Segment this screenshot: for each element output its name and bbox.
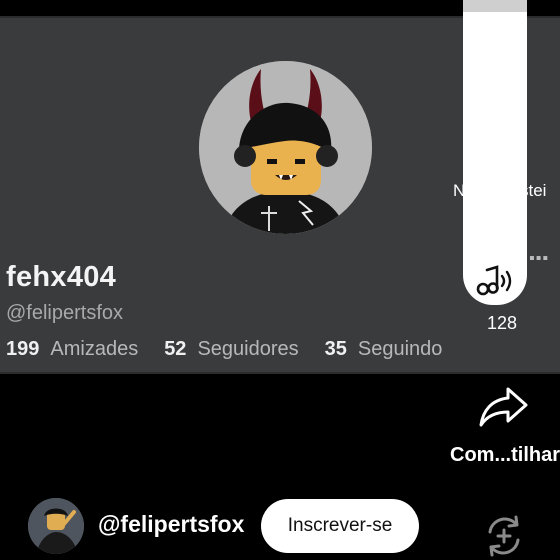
stat-friends-count: 199 (6, 338, 40, 360)
more-options-icon[interactable]: ▪▪▪ (529, 250, 549, 268)
stat-followers-label: Seguidores (197, 338, 299, 360)
rail-strip-top (463, 0, 527, 12)
channel-handle[interactable]: @felipertsfox (98, 511, 244, 538)
profile-avatar (199, 61, 372, 234)
sound-rail-strip[interactable] (463, 0, 527, 305)
sound-count: 128 (487, 313, 518, 333)
channel-avatar-image (28, 498, 84, 554)
roblox-avatar-image (199, 61, 372, 234)
stat-following: 35 Seguindo (325, 338, 443, 361)
music-note-icon[interactable] (473, 264, 517, 300)
subscribe-button[interactable]: Inscrever-se (261, 499, 419, 553)
profile-stats: 199 Amizades 52 Seguidores 35 Seguindo (6, 338, 468, 361)
obscured-label-right: stei (520, 181, 547, 200)
stat-following-count: 35 (324, 338, 347, 360)
stat-followers: 52 Seguidores (164, 338, 298, 361)
profile-display-name: fehx404 (6, 261, 117, 293)
share-label[interactable]: Com...tilhar (450, 444, 560, 467)
share-arrow-icon[interactable] (478, 385, 530, 429)
stat-friends: 199 Amizades (6, 338, 138, 361)
profile-username: @felipertsfox (6, 302, 124, 324)
channel-avatar[interactable] (28, 498, 84, 554)
stat-followers-count: 52 (164, 338, 187, 360)
stat-following-label: Seguindo (357, 338, 443, 360)
stat-friends-label: Amizades (50, 338, 139, 360)
remix-icon[interactable] (480, 512, 528, 560)
